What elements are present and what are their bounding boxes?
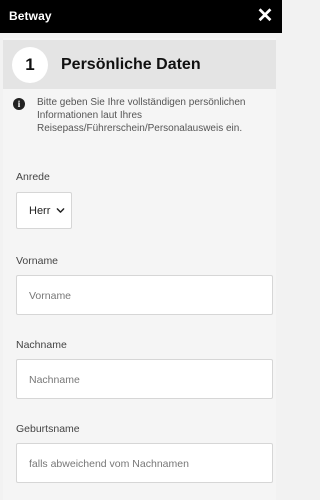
last-name-label: Nachname <box>16 339 67 351</box>
top-bar: Betway ✕ <box>0 0 282 33</box>
salutation-label: Anrede <box>16 171 50 183</box>
salutation-select[interactable]: Herr <box>16 192 72 229</box>
birth-name-label: Geburtsname <box>16 423 80 435</box>
step-title: Persönliche Daten <box>61 56 201 73</box>
info-icon: i <box>13 98 25 110</box>
first-name-label: Vorname <box>16 255 59 267</box>
info-text: Bitte geben Sie Ihre vollständigen persö… <box>37 97 246 134</box>
step-number-badge: 1 <box>12 47 48 83</box>
step-header: 1 Persönliche Daten <box>3 40 276 89</box>
brand-title: Betway <box>9 9 52 23</box>
chevron-down-icon <box>56 208 65 213</box>
last-name-placeholder: Nachname <box>29 374 80 386</box>
close-icon[interactable]: ✕ <box>255 5 275 27</box>
last-name-field[interactable]: Nachname <box>16 359 273 399</box>
salutation-value: Herr <box>29 205 51 217</box>
birth-name-placeholder: falls abweichend vom Nachnamen <box>29 458 189 470</box>
birth-name-field[interactable]: falls abweichend vom Nachnamen <box>16 443 273 483</box>
first-name-placeholder: Vorname <box>29 290 72 302</box>
first-name-field[interactable]: Vorname <box>16 275 273 315</box>
registration-panel: 1 Persönliche Daten i Bitte geben Sie Ih… <box>3 38 276 500</box>
